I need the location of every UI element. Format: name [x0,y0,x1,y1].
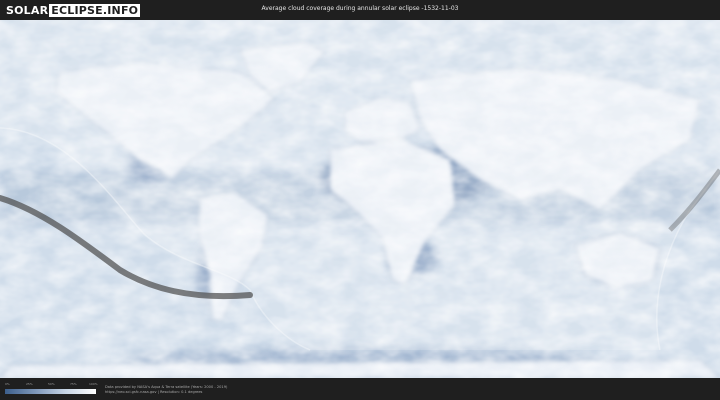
data-credit: Data provided by NASA's Aqua & Terra sat… [105,385,228,389]
legend-tick: 100% [89,382,98,386]
footer-bar: 0% 25% 50% 75% 100% Data provided by NAS… [0,378,720,400]
legend-tick: 75% [70,382,77,386]
legend-tick: 0% [5,382,10,386]
legend-tick: 25% [26,382,33,386]
data-source-link[interactable]: https://neo.sci.gsfc.nasa.gov | Resoluti… [105,390,202,394]
legend-tick-labels: 0% 25% 50% 75% 100% [5,382,98,388]
page-title: Average cloud coverage during annular so… [261,5,459,12]
legend-tick: 50% [48,382,55,386]
cloud-coverage-legend [5,389,96,394]
world-map-svg [0,20,720,378]
header-bar: SOLAR ECLIPSE.INFO Average cloud coverag… [0,0,720,20]
cloud-coverage-map [0,20,720,378]
